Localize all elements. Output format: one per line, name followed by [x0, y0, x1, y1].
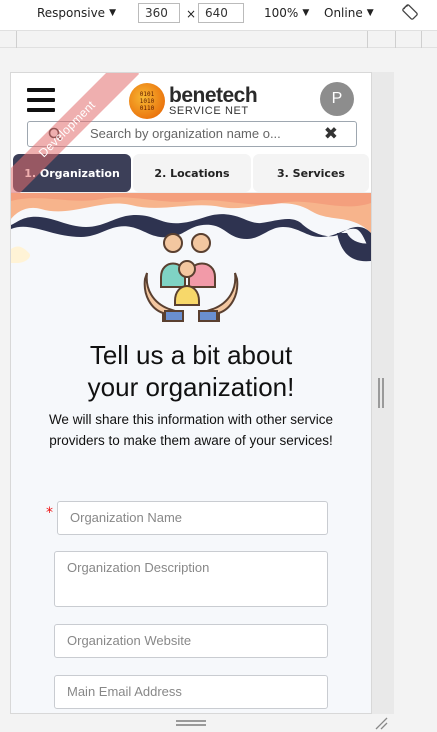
required-marker: *: [46, 505, 53, 521]
chevron-down-icon: ▼: [109, 8, 116, 18]
step-tabs: 1. Organization 2. Locations 3. Services: [11, 153, 371, 193]
logo-sub-text: SERVICE NET: [169, 105, 249, 117]
hero-section: Tell us a bit about your organization! W…: [11, 193, 371, 713]
organization-name-field[interactable]: Organization Name: [57, 501, 328, 535]
width-input[interactable]: 360: [138, 3, 180, 23]
device-mode-dropdown[interactable]: Responsive ▼: [37, 6, 116, 20]
chevron-down-icon: ▼: [302, 8, 310, 18]
resize-handle-horizontal[interactable]: [176, 720, 206, 726]
height-input[interactable]: 640: [198, 3, 244, 23]
menu-icon[interactable]: [27, 88, 55, 112]
devtools-toolbar: Responsive ▼ 360 × 640 100% ▼ Online ▼: [0, 0, 437, 28]
resize-handle-vertical[interactable]: [378, 378, 384, 408]
resize-corner-icon[interactable]: [374, 716, 388, 730]
organization-website-field[interactable]: Organization Website: [54, 624, 328, 658]
close-icon[interactable]: ✖: [324, 124, 338, 144]
organization-description-field[interactable]: Organization Description: [54, 551, 328, 607]
device-stage: 0101 1010 0110 benetech SERVICE NET P Sear…: [0, 48, 437, 732]
page-title: Tell us a bit about your organization!: [11, 339, 371, 403]
family-illustration-icon: [143, 233, 239, 322]
zoom-label: 100%: [264, 6, 299, 20]
avatar[interactable]: P: [320, 82, 354, 116]
benetech-logo[interactable]: 0101 1010 0110 benetech SERVICE NET: [129, 83, 258, 119]
title-line-2: your organization!: [87, 372, 295, 402]
network-label: Online: [324, 6, 363, 20]
tab-locations[interactable]: 2. Locations: [133, 154, 251, 192]
device-mode-label: Responsive: [37, 6, 106, 20]
times-separator: ×: [186, 7, 197, 21]
network-dropdown[interactable]: Online ▼: [324, 6, 374, 20]
zoom-dropdown[interactable]: 100% ▼: [264, 6, 309, 20]
device-viewport: 0101 1010 0110 benetech SERVICE NET P Sear…: [10, 72, 372, 714]
rotate-icon[interactable]: [402, 4, 418, 20]
main-email-field[interactable]: Main Email Address: [54, 675, 328, 709]
search-placeholder: Search by organization name o...: [90, 126, 281, 141]
logo-main-text: benetech: [169, 84, 258, 107]
media-query-ruler: [0, 30, 437, 48]
chevron-down-icon: ▼: [366, 8, 374, 18]
tab-services[interactable]: 3. Services: [253, 154, 369, 192]
title-line-1: Tell us a bit about: [89, 340, 293, 370]
page-subtitle: We will share this information with othe…: [48, 412, 334, 448]
logo-mark: 0101 1010 0110: [129, 83, 165, 119]
